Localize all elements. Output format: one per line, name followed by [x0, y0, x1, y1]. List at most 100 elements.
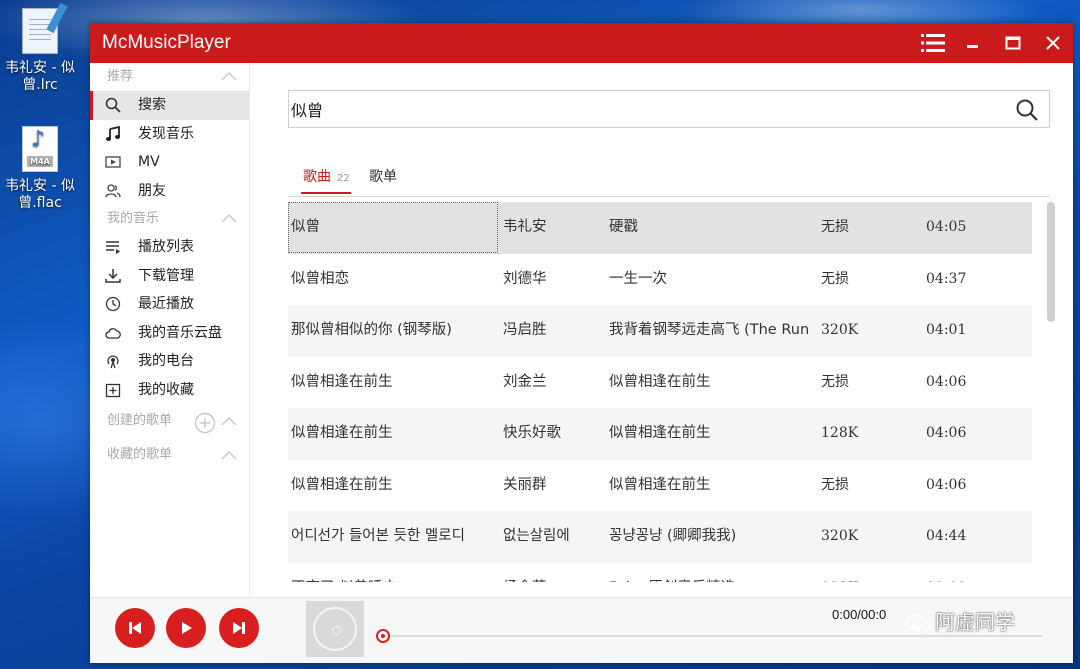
song-count-badge: 22 [337, 173, 350, 184]
song-artist: 없는살림에 [503, 528, 570, 544]
sidebar-item-friends[interactable]: 朋友 [90, 177, 249, 206]
sidebar-item-search[interactable]: 搜索 [90, 91, 249, 120]
song-quality: 无损 [821, 373, 849, 390]
clock-icon [105, 296, 121, 312]
song-album: 一生一次 [609, 270, 667, 287]
music-note-icon [106, 125, 120, 141]
sidebar-item-label: 下载管理 [138, 267, 194, 284]
app-title: McMusicPlayer [102, 32, 231, 53]
song-row[interactable]: 不忘了 似曾睡去杨舍苹 5sing原创音乐精选128K 00:00 [288, 563, 1032, 583]
sidebar-item-label: 播放列表 [138, 239, 194, 255]
search-input[interactable] [291, 93, 991, 125]
song-duration: 04:05 [926, 219, 967, 235]
song-artist: 关丽群 [503, 476, 547, 493]
song-title: 似曾 [288, 202, 498, 253]
sidebar-item-discover-music[interactable]: 发现音乐 [90, 120, 249, 149]
song-quality: 128K [821, 563, 881, 583]
title-bar[interactable]: McMusicPlayer [90, 23, 1073, 63]
add-playlist-icon[interactable] [194, 412, 216, 434]
section-recommend[interactable]: 推荐 [90, 63, 249, 91]
song-duration: 04:06 [926, 476, 967, 493]
previous-button[interactable] [115, 608, 155, 648]
search-box [288, 90, 1050, 128]
song-duration: 04:06 [926, 373, 967, 390]
song-quality: 320K [821, 322, 859, 338]
progress-bar[interactable] [382, 635, 1042, 637]
scroll-thumb[interactable] [1047, 202, 1055, 322]
song-duration: 04:01 [926, 322, 967, 338]
playlist-icon [106, 241, 120, 254]
scrollbar[interactable] [1047, 202, 1055, 582]
play-icon [182, 622, 192, 634]
song-title: 似曾相逢在前生 [291, 476, 393, 493]
desktop-icon-flac-file[interactable]: ♪ M4A 韦礼安 - 似 曾.flac [0, 126, 80, 212]
song-row[interactable]: 似曾相逢在前生 刘金兰 似曾相逢在前生 无损 04:06 [288, 357, 1032, 409]
sidebar-item-label: 最近播放 [138, 296, 194, 312]
song-row[interactable]: 어디선가 들어본 듯한 멜로디 없는살림에 꽁냥꽁냥 (卿卿我我) 320K 04:44 [288, 511, 1032, 563]
chevron-up-icon[interactable] [221, 450, 237, 460]
tab-label: 歌单 [369, 169, 397, 185]
sidebar-item-playlist[interactable]: 播放列表 [90, 233, 249, 262]
chevron-up-icon[interactable] [221, 71, 237, 81]
sidebar-item-label: MV [138, 154, 160, 170]
song-title: 不忘了 似曾睡去 [288, 563, 498, 583]
progress-knob[interactable] [376, 629, 390, 643]
section-title: 我的音乐 [107, 211, 160, 226]
section-created-playlists[interactable]: 创建的歌单 [90, 404, 249, 438]
sidebar-item-label: 我的收藏 [138, 381, 194, 398]
search-icon [105, 97, 121, 113]
sidebar-item-recent[interactable]: 最近播放 [90, 290, 249, 319]
minimize-button[interactable] [953, 23, 993, 63]
menu-button[interactable] [913, 23, 953, 63]
song-row[interactable]: 似曾相恋 刘德华 一生一次 无损 04:37 [288, 254, 1032, 306]
play-button[interactable] [166, 608, 206, 648]
cloud-icon [105, 327, 121, 339]
song-duration: 04:44 [926, 528, 967, 544]
watermark: 阿虚同学 [905, 606, 1015, 635]
result-tabs: 歌曲 22 歌单 [288, 155, 1050, 197]
sidebar-item-cloud[interactable]: 我的音乐云盘 [90, 319, 249, 348]
sidebar-item-radio[interactable]: 我的电台 [90, 347, 249, 376]
song-duration: 04:37 [926, 270, 967, 287]
music-player-window: McMusicPlayer 推荐 搜索 发现音乐 MV 朋友 我的音乐 播放列表… [90, 23, 1073, 663]
song-artist: 快乐好歌 [503, 425, 561, 441]
search-icon[interactable] [1015, 98, 1039, 122]
sidebar: 推荐 搜索 发现音乐 MV 朋友 我的音乐 播放列表 下载管理 最近播放 我的音… [90, 63, 250, 597]
tab-playlists[interactable]: 歌单 [369, 166, 397, 186]
song-quality: 128K [821, 425, 859, 441]
next-button[interactable] [219, 608, 259, 648]
radio-icon [107, 355, 119, 369]
sidebar-item-favorites[interactable]: 我的收藏 [90, 376, 249, 405]
song-album: 我背着钢琴远走高飞 (The Run [609, 322, 810, 338]
sidebar-item-label: 搜索 [138, 97, 166, 113]
video-icon [105, 156, 121, 168]
song-row[interactable]: 似曾相逢在前生 关丽群 似曾相逢在前生 无损 04:06 [288, 460, 1032, 512]
next-icon [233, 622, 245, 634]
album-cover[interactable] [306, 601, 364, 657]
tab-label: 歌曲 [303, 169, 331, 185]
tab-active-indicator [301, 192, 351, 194]
section-collected-playlists[interactable]: 收藏的歌单 [90, 438, 249, 472]
song-artist: 刘金兰 [503, 373, 547, 390]
sidebar-item-label: 我的音乐云盘 [138, 324, 222, 341]
chevron-up-icon[interactable] [221, 416, 237, 426]
song-row[interactable]: 似曾 韦礼安 硬戳 无损 04:05 [288, 202, 1032, 254]
sidebar-item-downloads[interactable]: 下载管理 [90, 262, 249, 291]
previous-icon [129, 622, 141, 634]
song-row[interactable]: 那似曾相似的你 (钢琴版) 冯启胜 我背着钢琴远走高飞 (The Run 320K 04… [288, 305, 1032, 357]
disc-icon [313, 607, 357, 651]
sidebar-item-mv[interactable]: MV [90, 148, 249, 177]
section-my-music[interactable]: 我的音乐 [90, 205, 249, 233]
sidebar-item-label: 发现音乐 [138, 125, 194, 142]
song-album: 似曾相逢在前生 [609, 425, 711, 441]
close-button[interactable] [1033, 23, 1073, 63]
chevron-up-icon[interactable] [221, 213, 237, 223]
desktop-icon-lrc-file[interactable]: 韦礼安 - 似 曾.lrc [0, 2, 80, 94]
song-row[interactable]: 似曾相逢在前生 快乐好歌 似曾相逢在前生 128K 04:06 [288, 408, 1032, 460]
time-display: 0:00/00:0 [832, 607, 887, 622]
maximize-button[interactable] [993, 23, 1033, 63]
text-file-icon [20, 2, 68, 56]
maximize-icon [1005, 36, 1021, 50]
tab-songs[interactable]: 歌曲 22 [303, 166, 350, 186]
section-title: 推荐 [107, 69, 134, 84]
